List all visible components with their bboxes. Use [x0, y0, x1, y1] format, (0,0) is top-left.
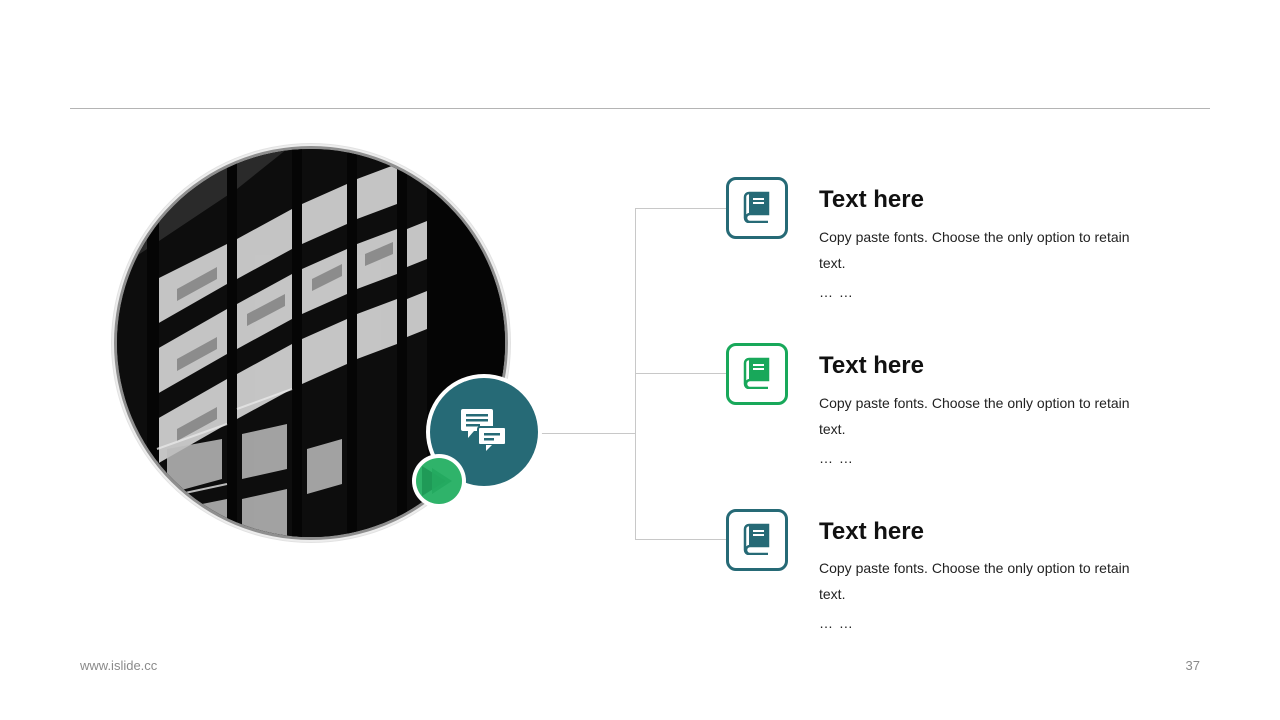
item-2-ellipsis: … … — [819, 450, 854, 466]
connector-branch-3 — [635, 539, 727, 540]
item-1-ellipsis: … … — [819, 284, 854, 300]
book-icon — [740, 189, 774, 228]
book-icon — [740, 521, 774, 560]
footer-website: www.islide.cc — [80, 658, 158, 673]
chat-bubbles-icon — [460, 408, 508, 457]
connector-branch-2 — [635, 373, 727, 374]
header-divider — [70, 108, 1210, 109]
item-3-icon-box — [726, 509, 788, 571]
item-1-title: Text here — [819, 186, 924, 213]
page-number: 37 — [1185, 658, 1200, 673]
play-badge — [412, 454, 466, 508]
item-3-ellipsis: … … — [819, 615, 854, 631]
connector-branch-1 — [635, 208, 727, 209]
item-2-title: Text here — [819, 352, 924, 379]
item-2-icon-box — [726, 343, 788, 405]
item-2-description: Copy paste fonts. Choose the only option… — [819, 395, 1130, 437]
book-icon — [740, 355, 774, 394]
item-3-title: Text here — [819, 518, 924, 545]
item-3-description: Copy paste fonts. Choose the only option… — [819, 560, 1130, 602]
connector-horizontal-main — [540, 433, 636, 434]
item-1-description: Copy paste fonts. Choose the only option… — [819, 229, 1130, 271]
item-1-icon-box — [726, 177, 788, 239]
play-icon — [416, 466, 462, 504]
connector-vertical — [635, 208, 636, 540]
